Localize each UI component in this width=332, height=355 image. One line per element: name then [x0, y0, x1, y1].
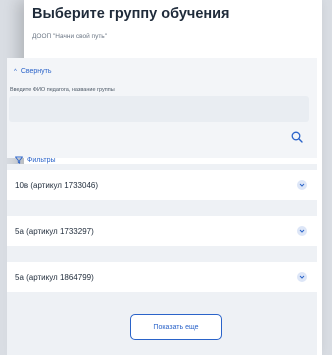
group-item-label: 5а (артикул 1864799) [15, 272, 94, 282]
chevron-up-icon: ^ [14, 68, 17, 75]
page-title: Выберите группу обучения [32, 6, 230, 22]
program-subtitle: ДООП "Начни свой путь" [32, 33, 108, 40]
search-input[interactable] [9, 96, 309, 122]
group-item[interactable]: 5а (артикул 1864799) [7, 262, 317, 292]
filter-funnel-icon [15, 156, 23, 164]
collapse-filters-button[interactable]: ^ Свернуть [14, 68, 52, 75]
group-item-label: 10в (артикул 1733046) [15, 180, 99, 190]
group-item[interactable]: 10в (артикул 1733046) [7, 170, 317, 200]
chevron-down-icon [297, 272, 307, 282]
search-label: Введите ФИО педагога, название группы [10, 87, 115, 93]
filters-label: Фильтры [27, 156, 56, 164]
collapse-label: Свернуть [20, 68, 52, 75]
group-item-label: 5а (артикул 1733297) [15, 226, 94, 236]
filters-button[interactable]: Фильтры [15, 156, 56, 164]
group-item[interactable]: 5а (артикул 1733297) [7, 216, 317, 246]
chevron-down-icon [297, 180, 307, 190]
chevron-down-icon [297, 226, 307, 236]
search-icon[interactable] [291, 131, 303, 143]
show-more-button[interactable]: Показать еще [130, 314, 222, 340]
